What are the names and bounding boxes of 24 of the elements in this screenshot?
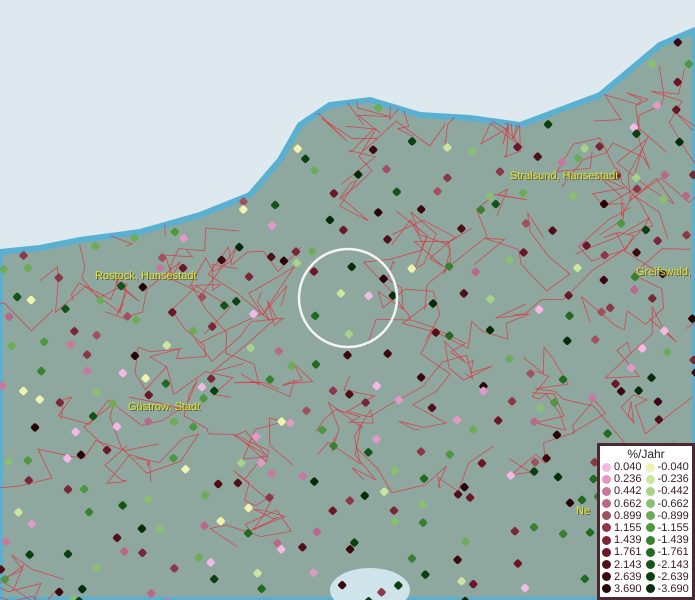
legend-value: -3.690 xyxy=(658,582,689,595)
legend-value: -0.899 xyxy=(658,510,689,522)
legend-value: 3.690 xyxy=(614,582,642,595)
legend-value: 0.442 xyxy=(614,485,642,498)
legend-value: 1.439 xyxy=(614,534,642,546)
legend-value: -1.439 xyxy=(658,534,689,546)
legend-value: 0.899 xyxy=(614,510,642,522)
legend-title: %/Jahr xyxy=(626,446,666,461)
legend-value: -2.639 xyxy=(658,570,689,583)
legend-value: -2.143 xyxy=(658,558,689,571)
legend-value: -0.040 xyxy=(658,461,689,474)
legend-value: 0.236 xyxy=(614,473,642,486)
legend-value: 0.040 xyxy=(614,461,642,474)
legend-value: 0.662 xyxy=(614,498,642,510)
legend-value: 2.143 xyxy=(614,558,642,571)
legend-value: -0.662 xyxy=(658,498,689,510)
legend-value: 1.155 xyxy=(614,522,642,534)
legend-value: 1.761 xyxy=(614,546,642,558)
legend-value: 2.639 xyxy=(614,570,642,583)
legend-value: -0.442 xyxy=(658,485,689,498)
legend-value: -1.155 xyxy=(658,522,689,534)
legend-value: -1.761 xyxy=(658,546,689,558)
legend-value: -0.236 xyxy=(658,473,689,486)
place-label: Ne xyxy=(576,505,590,517)
